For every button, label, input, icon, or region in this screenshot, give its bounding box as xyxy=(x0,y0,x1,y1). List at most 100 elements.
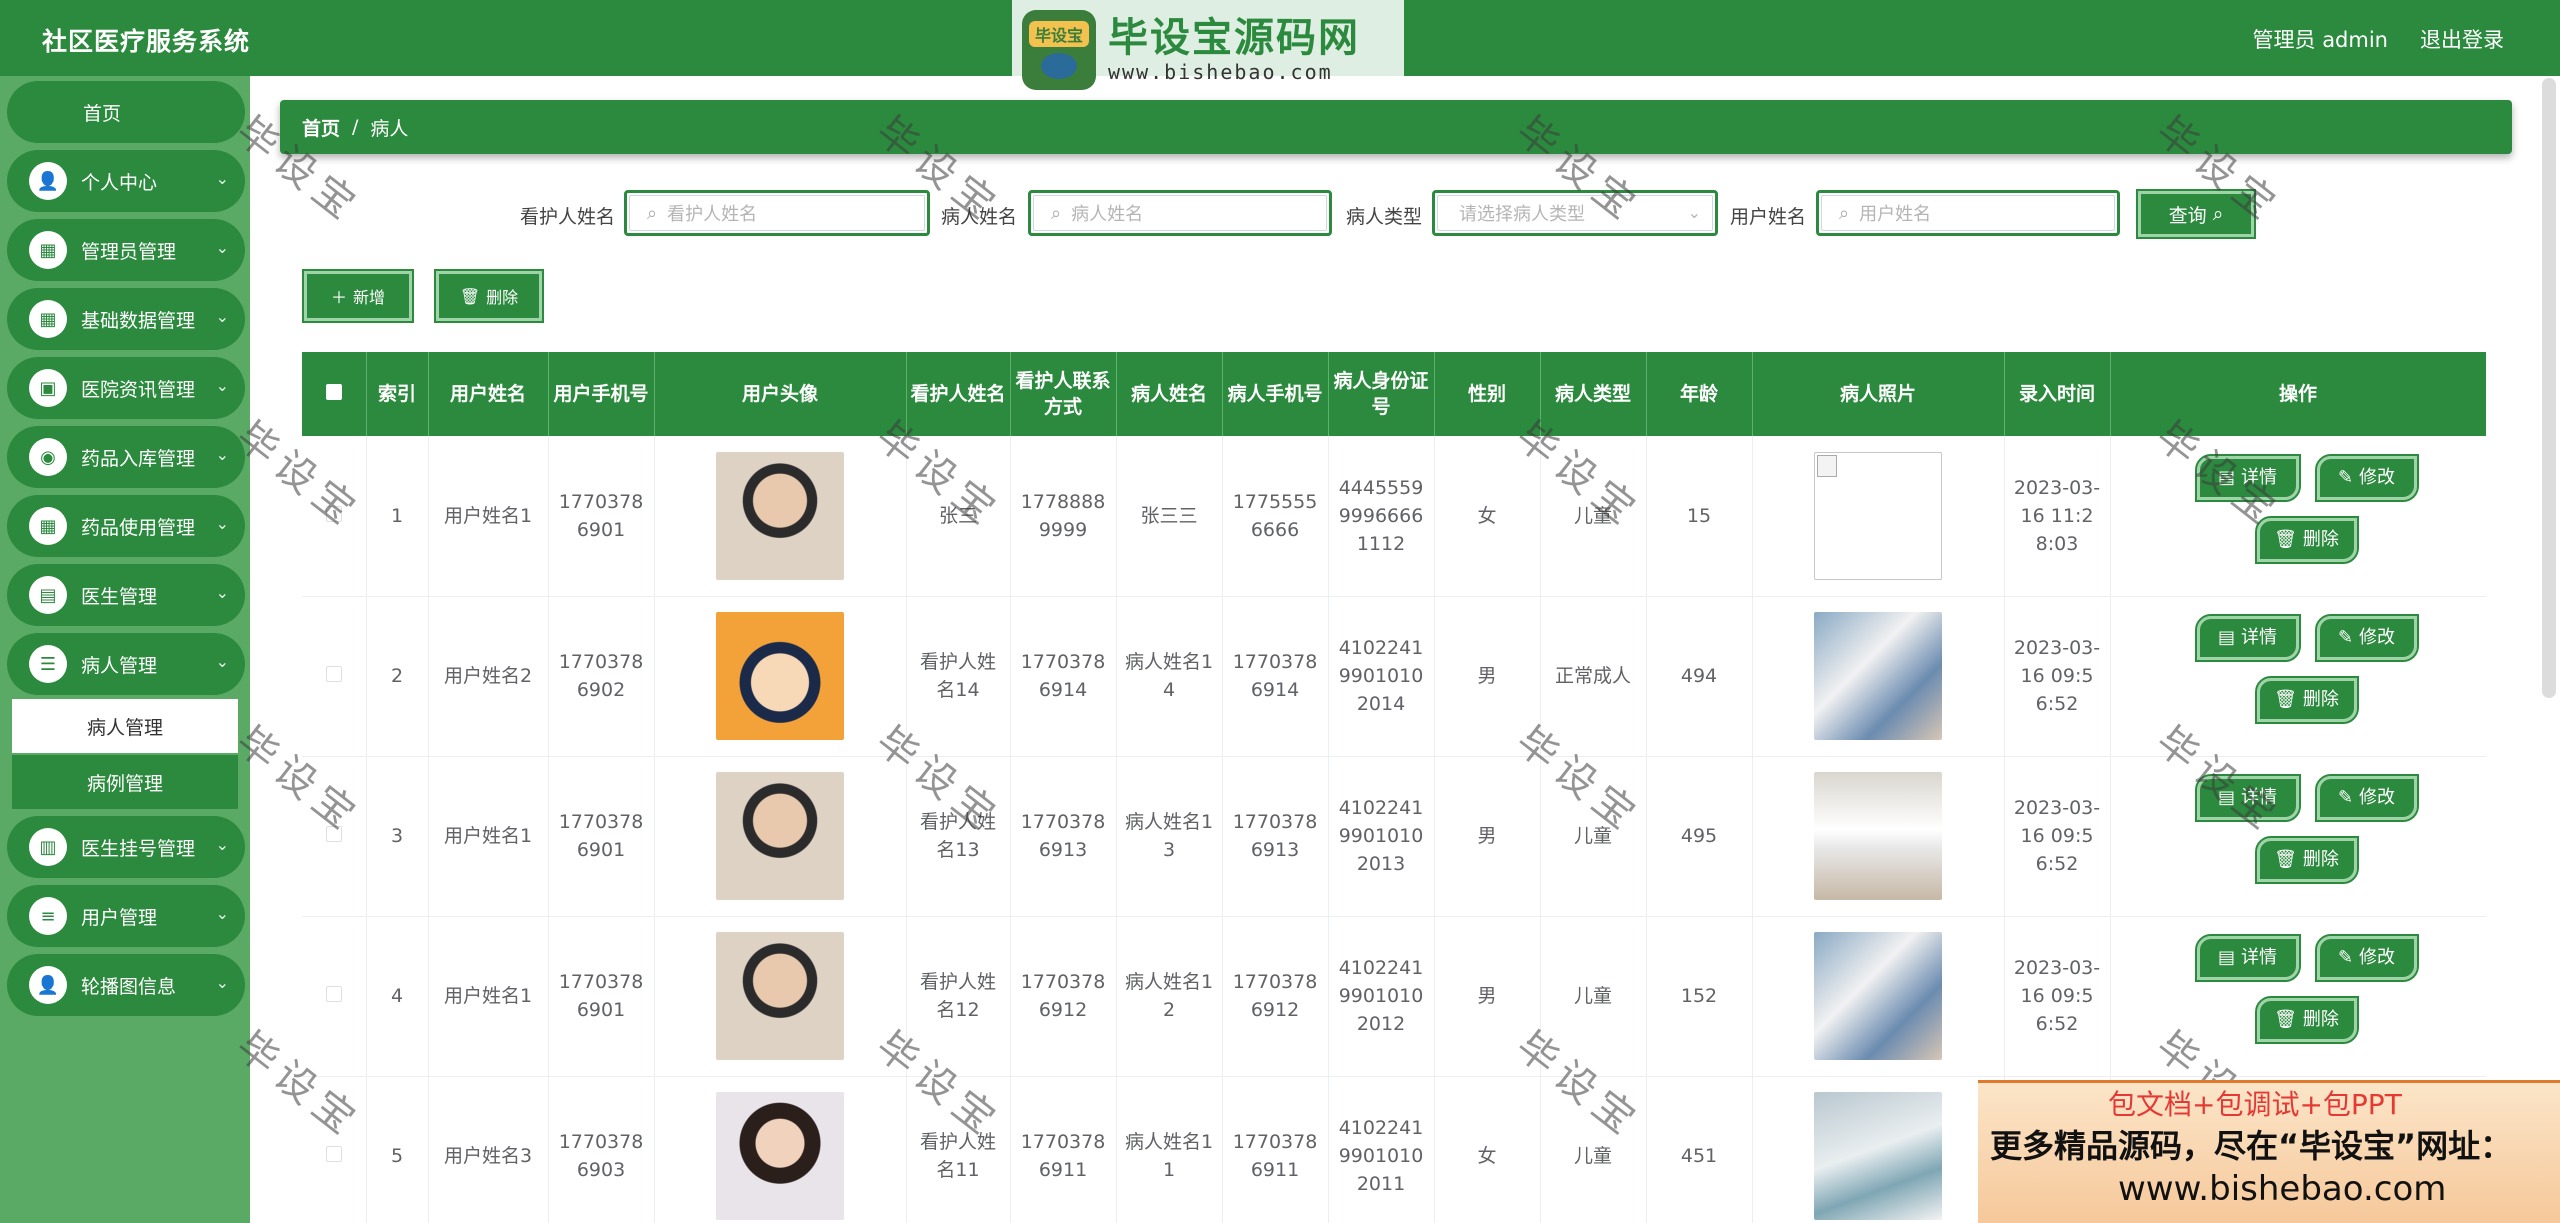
breadcrumb-home[interactable]: 首页 xyxy=(302,114,340,141)
user-avatar[interactable] xyxy=(716,772,844,900)
table-header-row: 索引 用户姓名 用户手机号 用户头像 看护人姓名 看护人联系方式 病人姓名 病人… xyxy=(302,352,2486,436)
user-placeholder: 用户姓名 xyxy=(1859,204,1932,225)
row-select-cell[interactable] xyxy=(302,1076,367,1223)
add-button-label: 新增 xyxy=(353,288,386,307)
edit-button[interactable]: ✎修改 xyxy=(2314,774,2419,822)
sidebar-item-carousel[interactable]: 👤 轮播图信息 ⌄ xyxy=(7,954,245,1016)
logo-badge-icon: 毕设宝 xyxy=(1022,10,1096,90)
row-checkbox[interactable] xyxy=(325,1146,342,1162)
user-phone: 17703786901 xyxy=(548,756,655,917)
row-select-cell[interactable] xyxy=(302,916,367,1077)
sidebar-item-news[interactable]: ▣ 医院资讯管理 ⌄ xyxy=(7,357,245,419)
page-scrollbar[interactable] xyxy=(2542,78,2556,698)
detail-button-label: 详情 xyxy=(2241,947,2277,968)
submenu-item-patient[interactable]: 病人管理 xyxy=(12,699,238,753)
row-checkbox[interactable] xyxy=(325,826,342,842)
logo-url: www.bishebao.com xyxy=(1108,60,1333,84)
table-row[interactable]: 2 用户姓名2 17703786902 看护人姓名14 17703786914 病人姓名1… xyxy=(302,596,2486,757)
row-actions-cell: ▤ 详情 ✎修改 🗑删除 xyxy=(2110,756,2486,917)
select-all-checkbox[interactable] xyxy=(325,384,342,400)
logo-badge-text: 毕设宝 xyxy=(1028,21,1089,47)
caregiver-search-input[interactable]: ⌕ 看护人姓名 xyxy=(624,190,930,236)
sidebar-item-profile[interactable]: 👤 个人中心 ⌄ xyxy=(7,150,245,212)
add-button[interactable]: ＋ 新增 xyxy=(302,269,414,323)
detail-button[interactable]: ▤ 详情 xyxy=(2194,614,2301,662)
user-avatar[interactable] xyxy=(716,451,844,580)
patient-photo[interactable] xyxy=(1814,772,1942,900)
edit-button-label: 修改 xyxy=(2359,787,2396,808)
user-avatar[interactable] xyxy=(716,612,844,740)
created-time: 2023-03-16 11:28:03 xyxy=(2004,436,2111,597)
patient-name: 病人姓名14 xyxy=(1116,596,1223,757)
top-right-links: 管理员 admin 退出登录 xyxy=(2253,24,2504,54)
caregiver-name: 看护人姓名14 xyxy=(906,596,1011,757)
document-icon: ▤ xyxy=(2217,627,2235,648)
list-icon: ≡ xyxy=(29,897,67,935)
patient-type: 儿童 xyxy=(1540,436,1647,597)
patient-type-select[interactable]: 请选择病人类型 ⌄ xyxy=(1432,190,1718,236)
query-button[interactable]: 查询 ⌕ xyxy=(2136,189,2256,239)
row-select-cell[interactable] xyxy=(302,436,367,597)
column-header: 看护人联系方式 xyxy=(1010,352,1117,436)
sidebar-item-registration[interactable]: ▥ 医生挂号管理 ⌄ xyxy=(7,816,245,878)
column-header: 病人照片 xyxy=(1752,352,2005,436)
edit-icon: ✎ xyxy=(2337,787,2354,808)
sidebar-item-drug-in[interactable]: ◉ 药品入库管理 ⌄ xyxy=(7,426,245,488)
row-select-cell[interactable] xyxy=(302,596,367,757)
promo-banner[interactable]: 包文档+包调试+包PPT 更多精品源码，尽在“毕设宝”网址： www.bishe… xyxy=(1978,1080,2560,1223)
submenu-item-case[interactable]: 病例管理 xyxy=(12,755,238,809)
patient-photo[interactable] xyxy=(1814,612,1942,740)
patient-photo[interactable] xyxy=(1814,1092,1942,1220)
sidebar-item-admin[interactable]: ▦ 管理员管理 ⌄ xyxy=(7,219,245,281)
search-icon: ⌕ xyxy=(647,202,658,224)
sidebar-item-users[interactable]: ≡ 用户管理 ⌄ xyxy=(7,885,245,947)
delete-button[interactable]: 🗑删除 xyxy=(2254,996,2359,1044)
sidebar-item-label: 用户管理 xyxy=(81,906,158,929)
patient-search-input[interactable]: ⌕ 病人姓名 xyxy=(1028,190,1332,236)
sidebar-item-patient[interactable]: ☰ 病人管理 ⌄ xyxy=(7,633,245,695)
patient-photo[interactable] xyxy=(1814,932,1942,1060)
user-avatar-cell xyxy=(654,436,907,597)
detail-button[interactable]: ▤ 详情 xyxy=(2194,453,2301,502)
user-avatar[interactable] xyxy=(716,932,844,1060)
row-checkbox[interactable] xyxy=(325,666,342,682)
sidebar-item-home[interactable]: 首页 xyxy=(7,81,245,143)
patient-name: 病人姓名12 xyxy=(1116,916,1223,1077)
user-phone: 17703786902 xyxy=(548,596,655,757)
column-header: 病人手机号 xyxy=(1222,352,1329,436)
select-all-header[interactable] xyxy=(302,352,367,436)
user-avatar[interactable] xyxy=(716,1092,844,1220)
edit-button[interactable]: ✎修改 xyxy=(2314,614,2419,662)
delete-button[interactable]: 🗑删除 xyxy=(2254,836,2359,884)
delete-button[interactable]: 🗑删除 xyxy=(2254,515,2359,564)
sidebar-item-label: 个人中心 xyxy=(81,171,158,194)
site-logo: 毕设宝 毕设宝源码网 www.bishebao.com xyxy=(1012,0,1404,100)
table-row[interactable]: 3 用户姓名1 17703786901 看护人姓名13 17703786913 病人姓名1… xyxy=(302,756,2486,917)
caregiver-name: 看护人姓名11 xyxy=(906,1076,1011,1223)
row-select-cell[interactable] xyxy=(302,756,367,917)
column-header: 录入时间 xyxy=(2004,352,2111,436)
row-checkbox[interactable] xyxy=(325,986,342,1002)
sidebar-item-drug-use[interactable]: ▦ 药品使用管理 ⌄ xyxy=(7,495,245,557)
sidebar-item-basic-data[interactable]: ▦ 基础数据管理 ⌄ xyxy=(7,288,245,350)
broken-image-icon[interactable] xyxy=(1814,451,1942,580)
sidebar-item-doctor[interactable]: ▤ 医生管理 ⌄ xyxy=(7,564,245,626)
chevron-down-icon: ⌄ xyxy=(1687,203,1701,222)
logout-link[interactable]: 退出登录 xyxy=(2420,24,2504,54)
logo-main-text: 毕设宝源码网 xyxy=(1108,15,1360,61)
promo-url: www.bishebao.com xyxy=(2118,1169,2447,1209)
batch-delete-button[interactable]: 🗑 删除 xyxy=(434,269,544,323)
user-search-input[interactable]: ⌕ 用户姓名 xyxy=(1816,190,2120,236)
edit-button[interactable]: ✎修改 xyxy=(2314,453,2419,502)
admin-label[interactable]: 管理员 admin xyxy=(2253,24,2388,54)
table-row[interactable]: 4 用户姓名1 17703786901 看护人姓名12 17703786912 病人姓名1… xyxy=(302,916,2486,1077)
detail-button[interactable]: ▤ 详情 xyxy=(2194,774,2301,822)
edit-button[interactable]: ✎修改 xyxy=(2314,934,2419,982)
trash-icon: 🗑 xyxy=(2274,1009,2297,1030)
row-checkbox[interactable] xyxy=(325,505,342,522)
table-row[interactable]: 1 用户姓名1 17703786901 张三 17788889999 张三三 1775555… xyxy=(302,436,2486,597)
delete-button[interactable]: 🗑删除 xyxy=(2254,676,2359,724)
sidebar-item-label: 病人管理 xyxy=(81,654,158,677)
detail-button[interactable]: ▤ 详情 xyxy=(2194,934,2301,982)
caregiver-contact: 17703786911 xyxy=(1010,1076,1117,1223)
